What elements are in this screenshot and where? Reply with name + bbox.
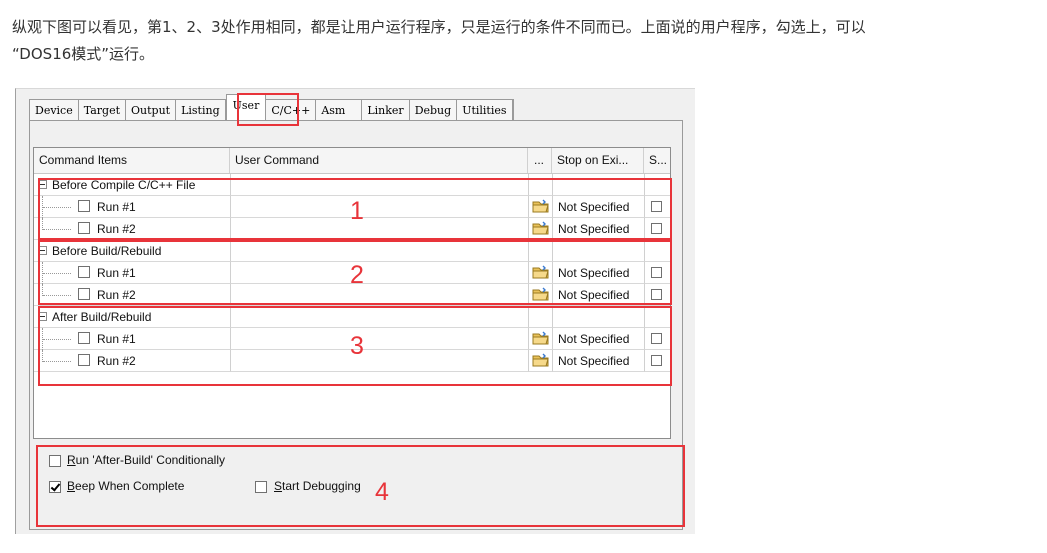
annotation-box-user-tab xyxy=(237,93,299,126)
tab-asm[interactable]: Asm xyxy=(316,100,363,121)
run-after-build-label: un 'After-Build' Conditionally xyxy=(75,453,225,467)
col-stop-on-exit[interactable]: Stop on Exi... xyxy=(552,148,644,173)
tab-linker[interactable]: Linker xyxy=(362,100,410,121)
col-s[interactable]: S... xyxy=(644,148,670,173)
grid-header: Command Items User Command ... Stop on E… xyxy=(34,148,670,174)
col-user-command[interactable]: User Command xyxy=(230,148,528,173)
beep-label: eep When Complete xyxy=(75,479,185,493)
beep-mnemonic: B xyxy=(67,479,76,493)
run-after-build-checkbox[interactable] xyxy=(49,455,61,467)
annotation-number-3: 3 xyxy=(350,332,364,360)
tab-device[interactable]: Device xyxy=(30,100,79,121)
tab-utilities[interactable]: Utilities xyxy=(457,100,513,121)
annotation-number-2: 2 xyxy=(350,261,364,289)
col-browse[interactable]: ... xyxy=(528,148,552,173)
tab-output[interactable]: Output xyxy=(126,100,177,121)
annotation-number-4: 4 xyxy=(375,478,389,506)
tab-listing[interactable]: Listing xyxy=(176,100,226,121)
run-after-build-mnemonic: R xyxy=(67,453,76,467)
article-line-2: “DOS16模式”运行。 xyxy=(12,45,155,63)
col-command-items[interactable]: Command Items xyxy=(34,148,230,173)
start-debugging-checkbox[interactable] xyxy=(255,481,267,493)
options-dialog-screenshot: Device Target Output Listing User C/C++ … xyxy=(15,88,695,534)
article-text: 纵观下图可以看见，第1、2、3处作用相同，都是让用户运行程序，只是运行的条件不同… xyxy=(12,14,1032,68)
start-debugging-label: tart Debugging xyxy=(282,479,361,493)
annotation-number-1: 1 xyxy=(350,197,364,225)
tab-debug[interactable]: Debug xyxy=(410,100,458,121)
start-debugging-mnemonic: S xyxy=(274,479,283,493)
tab-target[interactable]: Target xyxy=(79,100,127,121)
beep-checkbox[interactable] xyxy=(49,481,61,493)
article-line-1: 纵观下图可以看见，第1、2、3处作用相同，都是让用户运行程序，只是运行的条件不同… xyxy=(12,18,866,36)
